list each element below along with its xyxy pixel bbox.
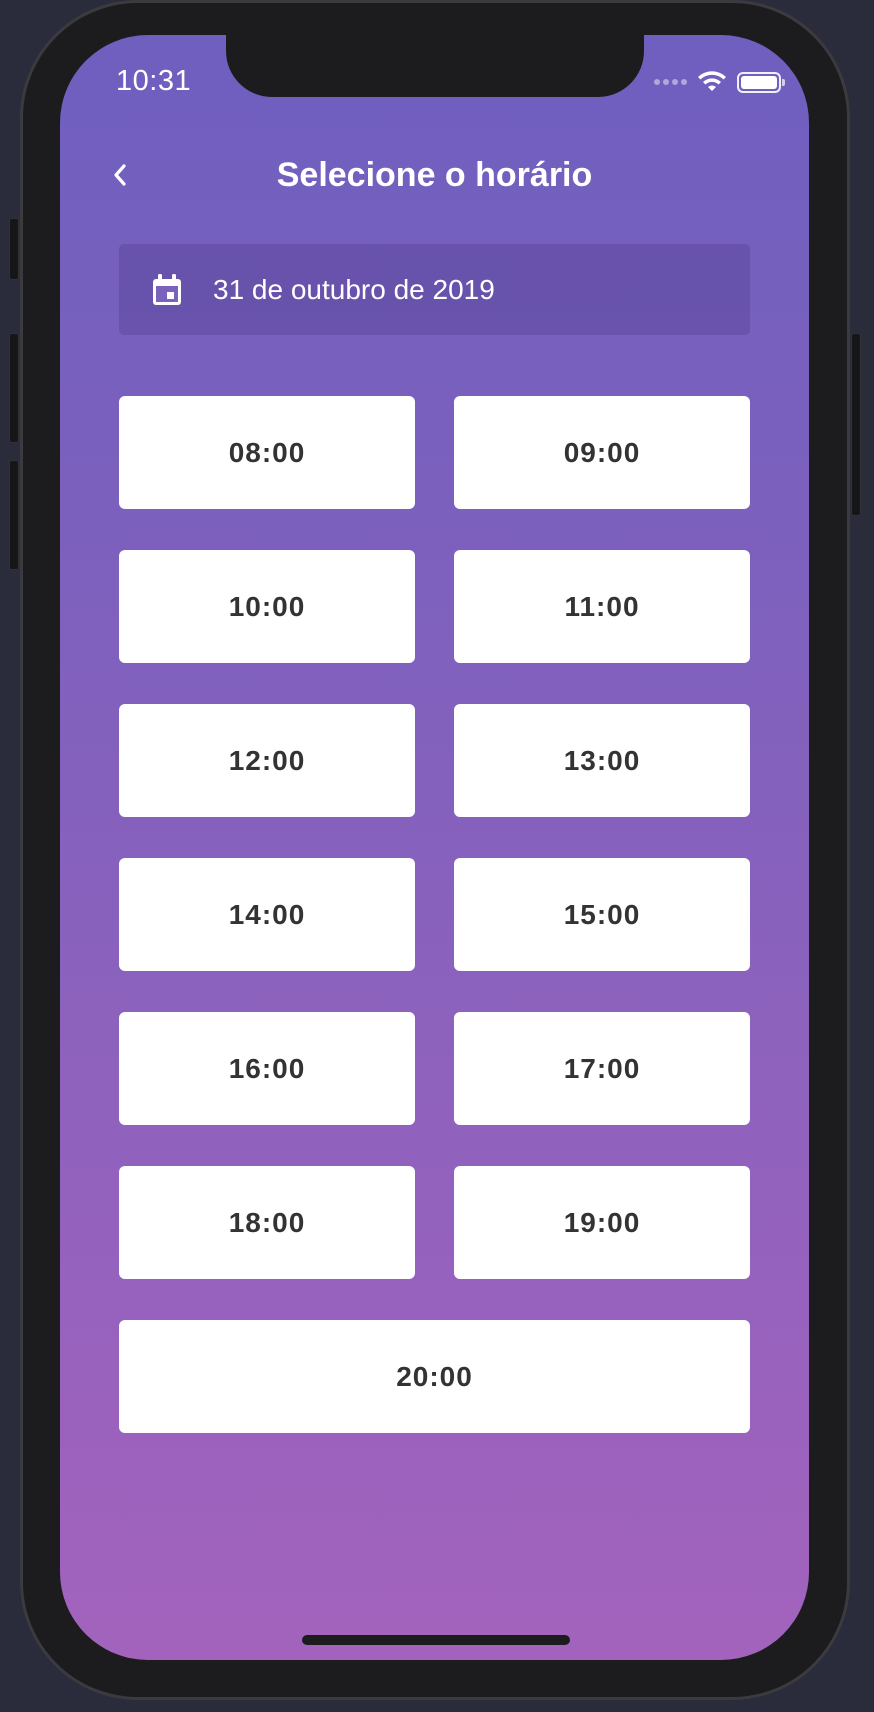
time-slot-1900[interactable]: 19:00: [454, 1166, 750, 1279]
time-slot-2000[interactable]: 20:00: [119, 1320, 750, 1433]
home-indicator[interactable]: [302, 1635, 570, 1645]
notch: [226, 35, 644, 97]
time-slot-1400[interactable]: 14:00: [119, 858, 415, 971]
chevron-left-icon: [114, 164, 126, 186]
page-title: Selecione o horário: [276, 155, 593, 194]
app-screen: 10:31 Selecione o horário 31 de outubro …: [60, 35, 809, 1660]
date-selector[interactable]: 31 de outubro de 2019: [119, 244, 750, 335]
time-slot-1500[interactable]: 15:00: [454, 858, 750, 971]
mute-switch: [9, 218, 19, 280]
time-slot-1100[interactable]: 11:00: [454, 550, 750, 663]
power-button: [851, 333, 861, 516]
time-slot-0900[interactable]: 09:00: [454, 396, 750, 509]
time-slot-1700[interactable]: 17:00: [454, 1012, 750, 1125]
volume-down-button: [9, 460, 19, 570]
back-button[interactable]: [100, 155, 140, 195]
time-slot-0800[interactable]: 08:00: [119, 396, 415, 509]
status-time: 10:31: [116, 65, 192, 97]
calendar-icon: [153, 273, 181, 305]
time-slot-1200[interactable]: 12:00: [119, 704, 415, 817]
selected-date: 31 de outubro de 2019: [213, 273, 495, 305]
battery-icon: [737, 71, 785, 93]
time-slot-1800[interactable]: 18:00: [119, 1166, 415, 1279]
time-slot-1300[interactable]: 13:00: [454, 704, 750, 817]
time-slot-grid: 08:00 09:00 10:00 11:00 12:00 13:00 14:0…: [119, 396, 750, 1433]
volume-up-button: [9, 333, 19, 443]
time-slot-1600[interactable]: 16:00: [119, 1012, 415, 1125]
status-indicators: [654, 71, 785, 93]
wifi-icon: [698, 71, 726, 91]
page-header: Selecione o horário: [60, 145, 809, 205]
signal-icon: [654, 79, 687, 85]
time-slot-1000[interactable]: 10:00: [119, 550, 415, 663]
